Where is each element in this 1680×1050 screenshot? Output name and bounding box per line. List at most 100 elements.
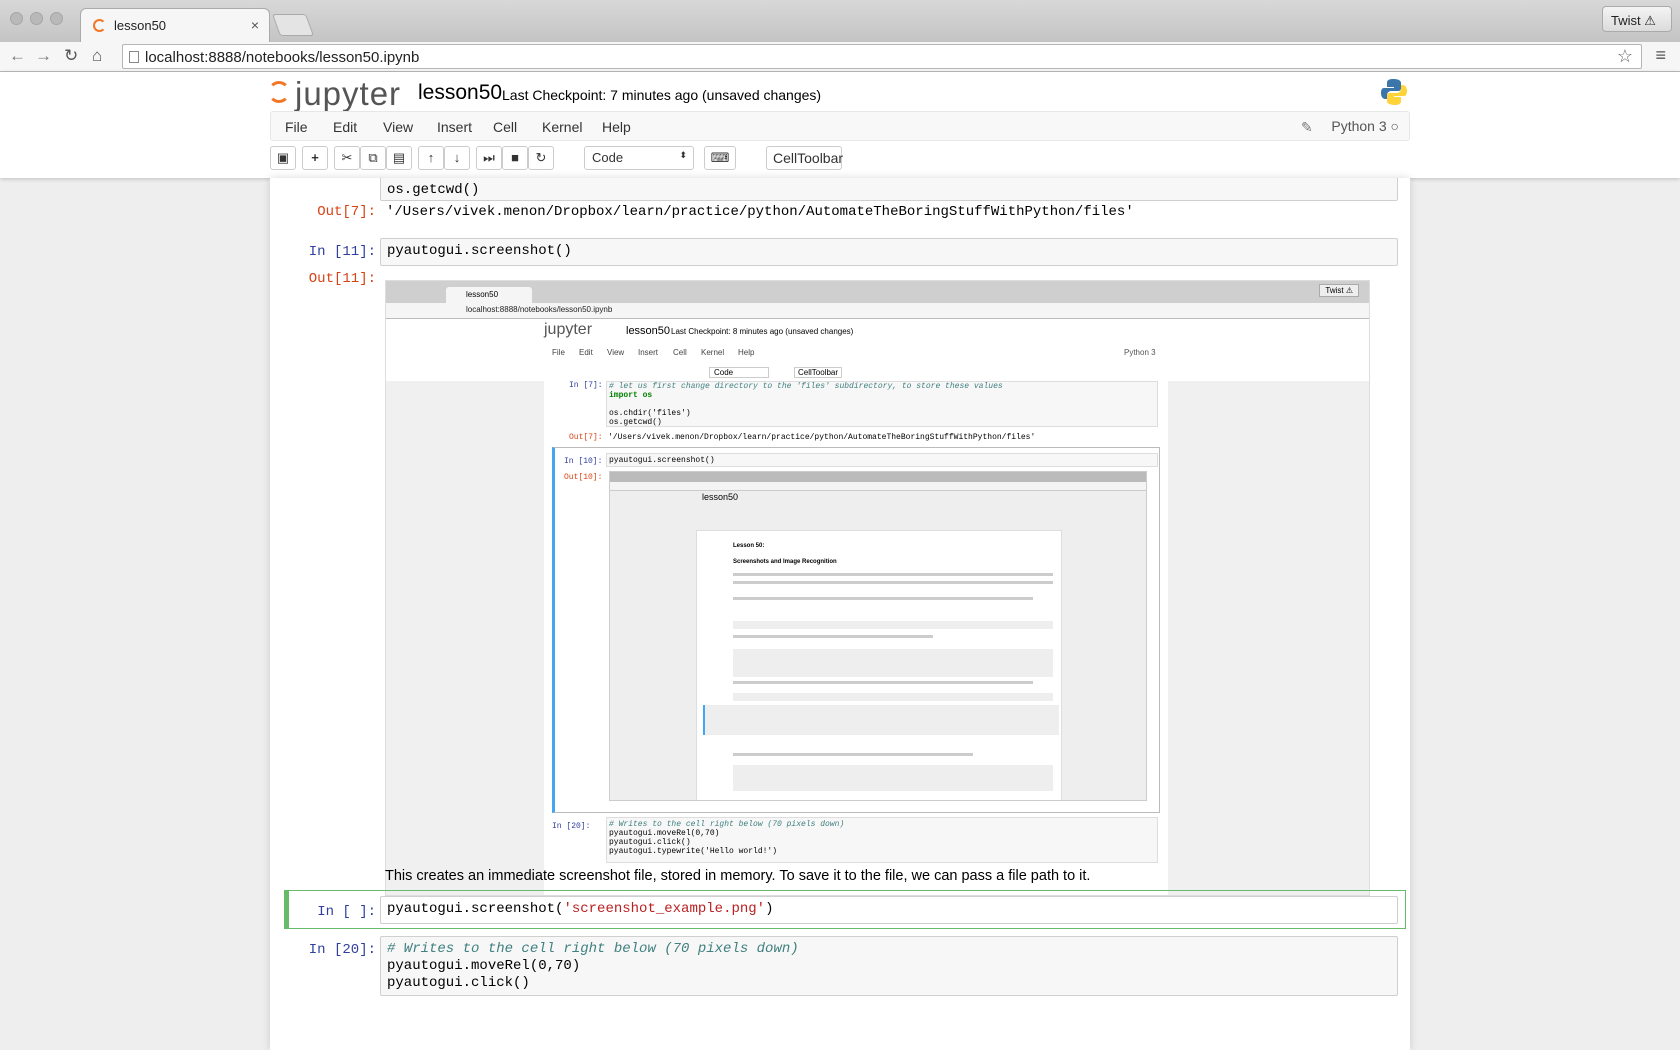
nested-tab-bar — [610, 472, 1146, 482]
menu-file[interactable]: File — [285, 119, 308, 135]
mini-out7: '/Users/vivek.menon/Dropbox/learn/practi… — [608, 433, 1036, 442]
mini-tab: lesson50 — [446, 287, 532, 303]
close-window-button[interactable] — [10, 12, 23, 25]
address-bar[interactable]: localhost:8888/notebooks/lesson50.ipynb … — [122, 44, 1642, 69]
url-text: localhost:8888/notebooks/lesson50.ipynb — [145, 49, 420, 66]
mini-comment-line: # let us first change directory to the '… — [609, 382, 1003, 391]
page-icon — [129, 51, 139, 63]
profile-button[interactable]: Twist ⚠ — [1602, 6, 1672, 32]
back-arrow-icon[interactable]: ← — [9, 46, 26, 66]
new-tab-button[interactable] — [271, 14, 315, 36]
jupyter-favicon-icon — [93, 19, 106, 32]
nested-text-line — [733, 635, 933, 638]
menu-kernel[interactable]: Kernel — [542, 119, 582, 135]
mini-in7-prompt: In [7]: — [569, 381, 603, 390]
mini-checkpoint: Last Checkpoint: 8 minutes ago (unsaved … — [671, 327, 854, 336]
mini-in20-code: # Writes to the cell right below (70 pix… — [606, 817, 1158, 863]
nested-code-block — [733, 649, 1053, 677]
home-icon[interactable]: ⌂ — [92, 46, 102, 66]
markdown-cell-text: This creates an immediate screenshot fil… — [385, 868, 1091, 884]
select-arrows-icon: ⬍ — [679, 150, 687, 160]
checkpoint-status: Last Checkpoint: 7 minutes ago (unsaved … — [502, 87, 822, 103]
menu-edit[interactable]: Edit — [333, 119, 357, 135]
cell-type-value: Code — [592, 150, 624, 165]
kernel-name: Python 3 — [1331, 118, 1387, 134]
active-cell-input[interactable]: pyautogui.screenshot('screenshot_example… — [380, 896, 1398, 924]
menu-insert[interactable]: Insert — [437, 119, 472, 135]
mini-chdir-line: os.chdir('files') — [609, 409, 691, 418]
nested-title: Lesson 50: — [733, 543, 765, 549]
mini-celltoolbar: CellToolbar — [794, 367, 843, 378]
nested-selected-cell — [703, 705, 1059, 735]
mini-out7-prompt: Out[7]: — [569, 433, 603, 442]
mini-jupyter-header: jupyter lesson50 Last Checkpoint: 8 minu… — [386, 319, 1369, 381]
bookmark-star-icon[interactable]: ☆ — [1617, 46, 1633, 67]
maximize-window-button[interactable] — [50, 12, 63, 25]
restart-icon[interactable]: ↻ — [528, 146, 554, 170]
nested-text-line — [733, 753, 973, 756]
move-down-icon[interactable]: ↓ — [444, 146, 470, 170]
jupyter-logo-text: jupyter — [295, 75, 402, 112]
cell-type-select[interactable]: Code ⬍ — [584, 146, 694, 170]
mini-logo: jupyter — [544, 321, 593, 338]
jupyter-logo[interactable]: jupyter — [268, 75, 403, 115]
mini-import-line: import os — [609, 391, 653, 400]
kernel-indicator: Python 3 ○ — [1331, 118, 1399, 134]
copy-icon[interactable]: ⧉ — [360, 146, 386, 170]
stop-icon[interactable]: ■ — [502, 146, 528, 170]
paste-icon[interactable]: ▤ — [386, 146, 412, 170]
menu-view[interactable]: View — [383, 119, 413, 135]
mini-nb-name: lesson50 — [626, 325, 671, 337]
out11-prompt: Out[11]: — [308, 271, 376, 287]
run-icon[interactable]: ⏭ — [476, 146, 502, 170]
tab-close-icon[interactable]: × — [251, 17, 259, 33]
save-icon[interactable]: ▣ — [270, 146, 296, 170]
code-cell-7-input[interactable]: os.getcwd() — [380, 178, 1398, 201]
browser-tab[interactable]: lesson50 × — [80, 8, 270, 42]
mini-menu-insert: Insert — [638, 348, 659, 357]
notebook-container[interactable]: os.getcwd() Out[7]: '/Users/vivek.menon/… — [270, 178, 1410, 1050]
menu-cell[interactable]: Cell — [493, 119, 517, 135]
mini-address-bar: localhost:8888/notebooks/lesson50.ipynb — [386, 303, 1369, 319]
forward-arrow-icon[interactable]: → — [35, 46, 52, 66]
notebook-name[interactable]: lesson50 — [418, 81, 502, 105]
code-cell-11-input[interactable]: pyautogui.screenshot() — [380, 238, 1398, 266]
minimize-window-button[interactable] — [30, 12, 43, 25]
mini-in10: pyautogui.screenshot() — [606, 453, 1158, 467]
browser-menu-icon[interactable]: ≡ — [1655, 45, 1666, 66]
nested-text-line — [733, 573, 1053, 576]
mini-getcwd-line: os.getcwd() — [609, 418, 662, 427]
mini-notebook: In [7]: # let us first change directory … — [544, 381, 1168, 895]
nested-nb-name: lesson50 — [702, 492, 739, 502]
mini-in10-prompt: In [10]: — [564, 457, 603, 466]
mini-cell-type: Code — [709, 367, 769, 378]
nested-screenshot: lesson50 Lesson 50: Screenshots and Imag… — [609, 471, 1147, 801]
mini-in7-code: # let us first change directory to the '… — [606, 381, 1158, 427]
celltoolbar-button[interactable]: CellToolbar — [766, 146, 843, 170]
mini-kernel: Python 3 — [1124, 348, 1156, 357]
out7-prompt: Out[7]: — [317, 204, 376, 220]
mini-in20-line3: pyautogui.click() — [609, 838, 691, 847]
nested-text-line — [733, 581, 1053, 584]
mini-menu-view: View — [607, 348, 625, 357]
nested-text-line — [733, 597, 1033, 600]
active-code-string: 'screenshot_example.png' — [563, 901, 766, 917]
keyboard-icon[interactable]: ⌨ — [704, 146, 736, 170]
edit-pencil-icon[interactable]: ✎ — [1301, 119, 1313, 136]
python-logo-icon — [1381, 79, 1407, 105]
menu-help[interactable]: Help — [602, 119, 631, 135]
mini-in20-line2: pyautogui.moveRel(0,70) — [609, 829, 720, 838]
mini-menu-edit: Edit — [579, 348, 593, 357]
code-cell-20-input[interactable]: # Writes to the cell right below (70 pix… — [380, 936, 1398, 996]
in20-line2: pyautogui.moveRel(0,70) — [387, 958, 581, 974]
move-up-icon[interactable]: ↑ — [418, 146, 444, 170]
mini-menu-cell: Cell — [673, 348, 687, 357]
menu-bar: File Edit View Insert Cell Kernel Help ✎… — [270, 111, 1410, 141]
active-code-close: ) — [765, 901, 774, 917]
browser-tab-bar: lesson50 × Twist ⚠ — [0, 0, 1680, 42]
reload-icon[interactable]: ↻ — [64, 46, 78, 66]
nested-nav-bar — [610, 482, 1146, 491]
cut-icon[interactable]: ✂ — [334, 146, 360, 170]
add-cell-icon[interactable]: + — [302, 146, 328, 170]
mini-profile: Twist ⚠ — [1319, 284, 1359, 297]
